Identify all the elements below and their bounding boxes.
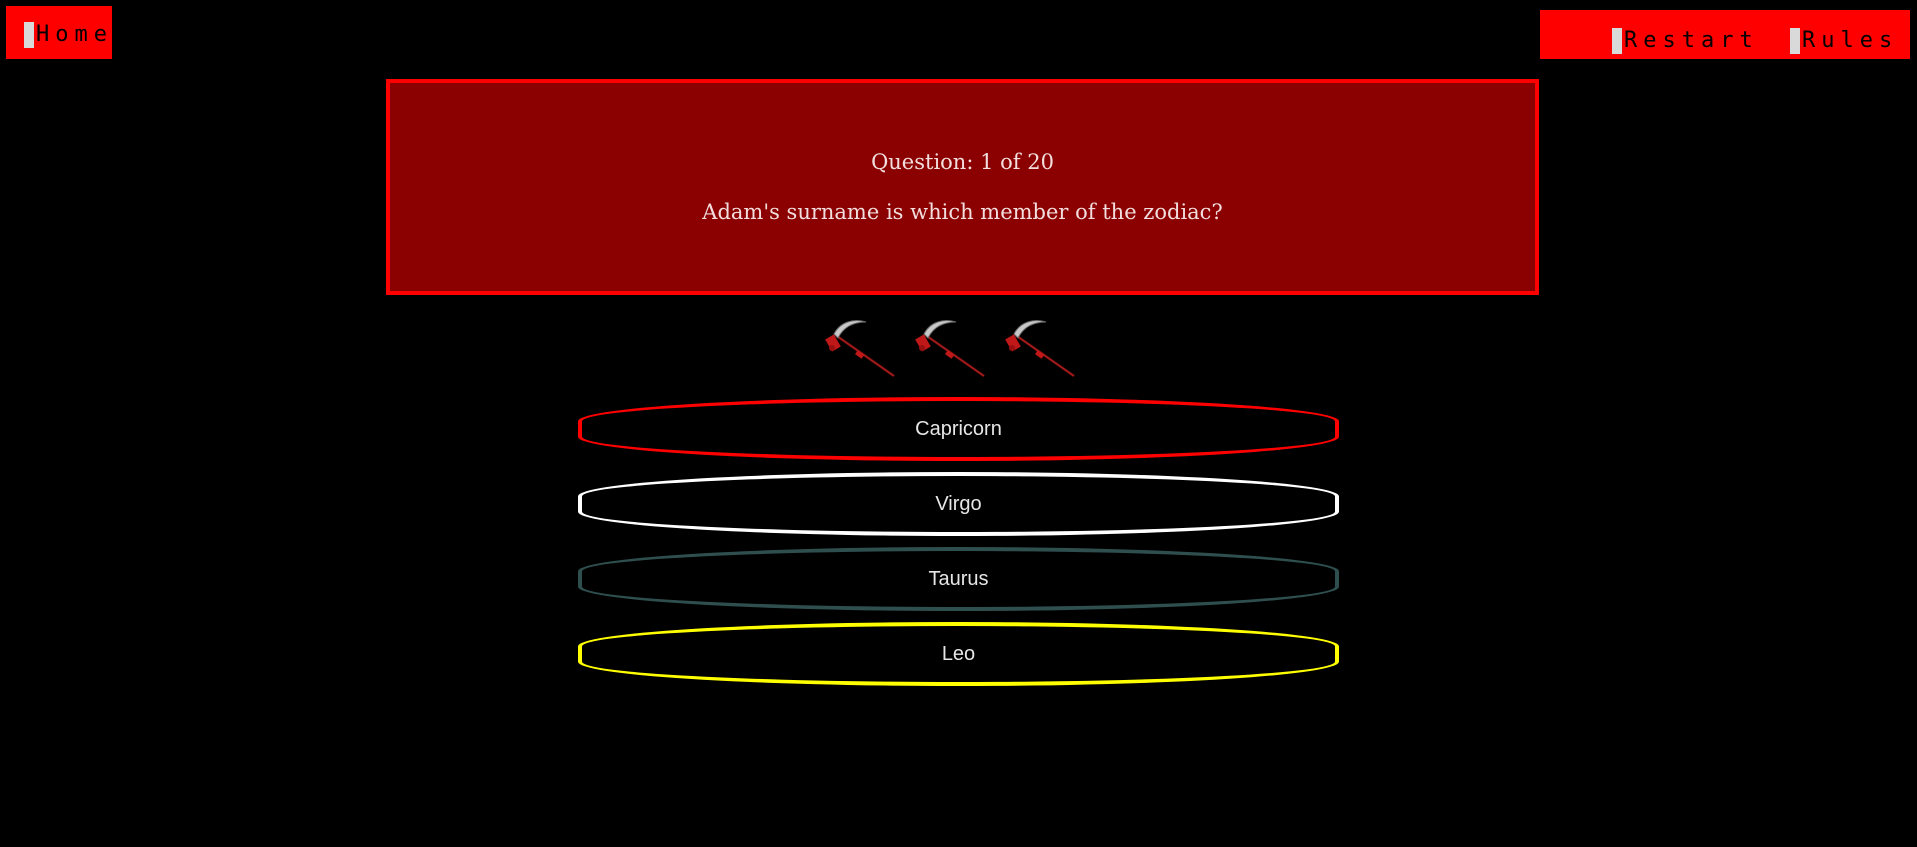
question-counter: Question: 1 of 20 xyxy=(871,150,1054,174)
home-label: Home xyxy=(36,22,113,47)
question-text: Adam's surname is which member of the zo… xyxy=(702,200,1223,224)
answer-button-2[interactable]: Virgo xyxy=(578,472,1339,536)
quiz-page: Home Restart Rules Question: 1 of 20 Ada… xyxy=(0,0,1917,847)
restart-marker-icon xyxy=(1612,28,1622,54)
answer-label: Virgo xyxy=(935,492,982,515)
home-nav-button[interactable]: Home xyxy=(6,6,112,59)
answer-label: Capricorn xyxy=(915,417,1002,440)
answer-label: Taurus xyxy=(928,567,989,590)
home-marker-icon xyxy=(24,22,34,48)
rules-button[interactable]: Rules xyxy=(1790,27,1898,55)
answer-label: Leo xyxy=(941,642,976,665)
answer-button-4[interactable]: Leo xyxy=(578,622,1339,686)
scythe-icon xyxy=(1005,320,1075,378)
lives-indicator xyxy=(820,318,1090,378)
home-link[interactable]: Home xyxy=(24,21,113,49)
question-box: Question: 1 of 20 Adam's surname is whic… xyxy=(386,79,1539,295)
scythe-icon xyxy=(825,320,895,378)
rules-marker-icon xyxy=(1790,28,1800,54)
rules-label: Rules xyxy=(1802,28,1899,53)
scythe-icon xyxy=(915,320,985,378)
restart-button[interactable]: Restart xyxy=(1612,27,1759,55)
answer-button-1[interactable]: Capricorn xyxy=(578,397,1339,461)
answer-button-3[interactable]: Taurus xyxy=(578,547,1339,611)
restart-label: Restart xyxy=(1624,28,1759,53)
top-right-nav: Restart Rules xyxy=(1540,10,1910,59)
